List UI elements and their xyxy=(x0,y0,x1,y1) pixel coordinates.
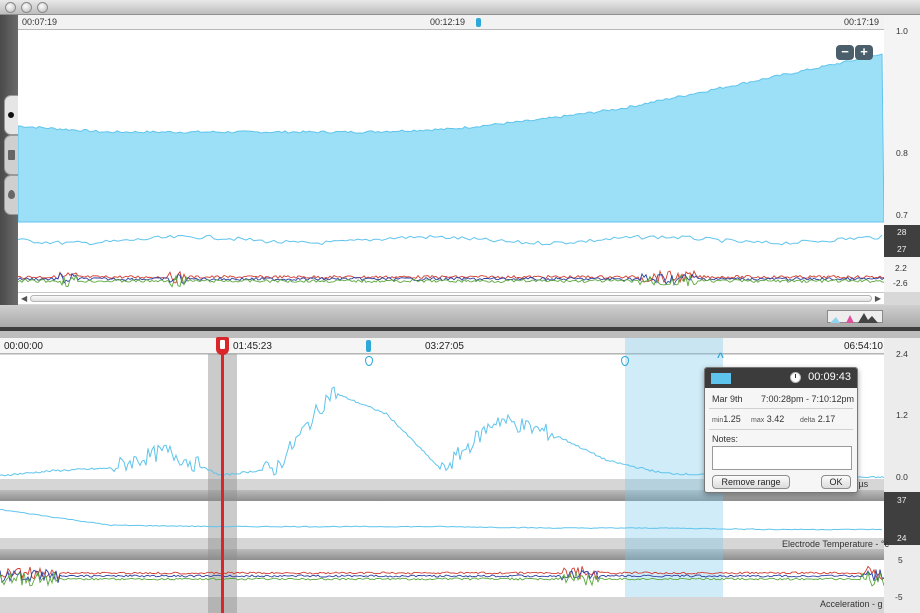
rail-tab-eda[interactable] xyxy=(4,95,18,135)
max-stat: max 3.42 xyxy=(751,414,784,424)
overview-mid-time: 00:12:19 xyxy=(430,17,466,27)
eda-axis-bottom: 0.0 xyxy=(896,472,908,482)
accel-z-line xyxy=(0,570,884,587)
popup-separator xyxy=(709,408,853,409)
scroll-left-icon[interactable]: ◀ xyxy=(21,294,27,303)
panel-divider xyxy=(0,305,920,327)
droplet-icon xyxy=(8,190,15,199)
accel-y-line xyxy=(0,568,884,584)
eda-axis-top: 2.4 xyxy=(896,349,908,359)
notes-label: Notes: xyxy=(712,434,739,444)
accel-axis-5: 5 xyxy=(898,555,903,565)
event-marker-icon[interactable] xyxy=(366,340,371,352)
temp-axis-lo: 27 xyxy=(897,244,907,254)
delta-label: delta xyxy=(800,417,816,424)
scroll-right-icon[interactable]: ▶ xyxy=(875,294,881,303)
range-color-swatch[interactable] xyxy=(711,373,731,384)
delta-value: 2.17 xyxy=(817,414,836,424)
marker-icon[interactable] xyxy=(476,18,481,27)
horizontal-scrollbar[interactable]: ◀ ▶ xyxy=(18,292,884,304)
range-popup: 00:09:43 Mar 9th 7:00:28pm - 7:10:12pm m… xyxy=(704,367,858,493)
accel-overview-x xyxy=(18,269,884,284)
temp-axis-hi: 28 xyxy=(897,227,907,237)
eda-overview-area xyxy=(18,53,884,223)
notes-input[interactable] xyxy=(712,446,852,470)
accel-axis-hi: 2.2 xyxy=(895,263,907,273)
overview-end-time: 00:17:19 xyxy=(844,17,880,27)
ok-button[interactable]: OK xyxy=(821,475,851,489)
histogram-icon[interactable] xyxy=(827,310,883,323)
scroll-thumb[interactable] xyxy=(30,295,872,302)
left-rail xyxy=(0,15,18,305)
axis-label-low: 0.7 xyxy=(896,210,908,220)
minimize-button[interactable] xyxy=(21,2,32,13)
zoom-out-button[interactable]: − xyxy=(836,45,854,60)
zoom-button[interactable] xyxy=(37,2,48,13)
eda-axis-mid: 1.2 xyxy=(896,410,908,420)
range-time: 7:00:28pm - 7:10:12pm xyxy=(761,394,855,404)
min-value: 1.25 xyxy=(723,414,741,424)
temp-axis-24: 24 xyxy=(897,533,907,543)
playhead-line[interactable] xyxy=(221,344,224,613)
min-stat: min1.25 xyxy=(712,414,741,424)
axis-label-top: 1.0 xyxy=(896,26,908,36)
range-duration: 00:09:43 xyxy=(808,371,851,383)
popup-separator-2 xyxy=(709,429,853,430)
close-button[interactable] xyxy=(5,2,16,13)
rail-tab-drop[interactable] xyxy=(4,175,18,215)
title-bar xyxy=(0,0,920,15)
max-label: max xyxy=(751,417,765,424)
splitter-gap xyxy=(0,331,920,338)
range-marker-icon[interactable]: ^ xyxy=(717,350,724,364)
overview-chart xyxy=(18,53,884,288)
accel-axis-neg5: -5 xyxy=(895,592,903,602)
remove-range-button[interactable]: Remove range xyxy=(712,475,790,489)
zoom-in-button[interactable]: + xyxy=(855,45,873,60)
temp-overview-line xyxy=(18,234,883,246)
clock-icon xyxy=(790,372,801,383)
temperature-line xyxy=(0,509,883,531)
min-label: min xyxy=(712,417,724,424)
temp-axis-37: 37 xyxy=(897,495,907,505)
dot-icon xyxy=(8,112,14,118)
playhead-handle[interactable] xyxy=(216,337,229,355)
accel-axis-lo: -2.6 xyxy=(893,278,908,288)
thermometer-icon xyxy=(8,150,15,160)
popup-header: 00:09:43 xyxy=(705,368,857,388)
range-date: Mar 9th xyxy=(712,394,743,404)
rail-tab-temp[interactable] xyxy=(4,135,18,175)
overview-start-time: 00:07:19 xyxy=(22,17,58,27)
max-value: 3.42 xyxy=(766,414,785,424)
overview-ruler: 00:07:19 00:12:19 00:17:19 xyxy=(18,15,884,30)
delta-stat: delta 2.17 xyxy=(800,414,835,424)
accel-x-line xyxy=(0,565,884,582)
axis-label-mid: 0.8 xyxy=(896,148,908,158)
